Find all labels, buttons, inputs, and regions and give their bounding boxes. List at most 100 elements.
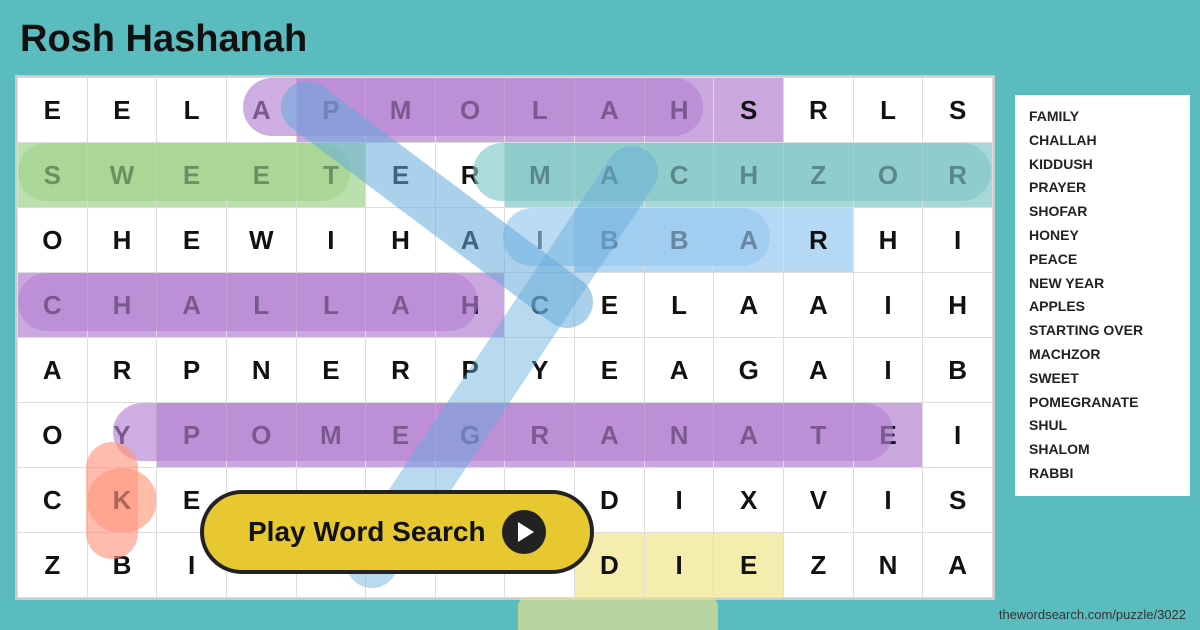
grid-cell: E	[87, 78, 157, 143]
grid-cell: P	[157, 403, 227, 468]
grid-cell: H	[714, 143, 784, 208]
word-list-item: MACHZOR	[1029, 343, 1176, 367]
play-button-container: Play Word Search	[200, 490, 594, 574]
grid-cell: E	[853, 403, 923, 468]
grid-cell: K	[87, 468, 157, 533]
grid-cell: M	[505, 143, 575, 208]
word-list-item: SHALOM	[1029, 438, 1176, 462]
grid-cell: O	[435, 78, 505, 143]
grid-cell: E	[714, 533, 784, 598]
grid-cell: S	[923, 468, 993, 533]
grid-cell: L	[644, 273, 714, 338]
grid-cell: A	[784, 338, 854, 403]
grid-cell: B	[923, 338, 993, 403]
grid-cell: E	[296, 338, 366, 403]
grid-cell: Y	[505, 338, 575, 403]
word-list-item: SWEET	[1029, 367, 1176, 391]
word-list-item: FAMILY	[1029, 105, 1176, 129]
grid-cell: N	[853, 533, 923, 598]
grid-cell: H	[87, 273, 157, 338]
grid-cell: X	[714, 468, 784, 533]
word-list-item: CHALLAH	[1029, 129, 1176, 153]
grid-cell: E	[366, 143, 436, 208]
grid-cell: E	[226, 143, 296, 208]
grid-cell: R	[784, 208, 854, 273]
grid-cell: A	[575, 78, 645, 143]
grid-cell: B	[87, 533, 157, 598]
grid-cell: I	[296, 208, 366, 273]
grid-cell: B	[644, 208, 714, 273]
grid-cell: R	[435, 143, 505, 208]
grid-cell: Z	[784, 143, 854, 208]
grid-cell: R	[505, 403, 575, 468]
grid-cell: N	[226, 338, 296, 403]
grid-cell: M	[296, 403, 366, 468]
word-list-item: STARTING OVER	[1029, 319, 1176, 343]
grid-cell: R	[87, 338, 157, 403]
grid-cell: H	[853, 208, 923, 273]
grid-cell: G	[435, 403, 505, 468]
grid-cell: R	[366, 338, 436, 403]
grid-cell: I	[505, 208, 575, 273]
word-list-item: SHOFAR	[1029, 200, 1176, 224]
grid-cell: S	[18, 143, 88, 208]
grid-cell: A	[226, 78, 296, 143]
grid-cell: L	[296, 273, 366, 338]
grid-cell: Y	[87, 403, 157, 468]
word-list-item: PRAYER	[1029, 176, 1176, 200]
grid-cell: H	[435, 273, 505, 338]
grid-cell: A	[784, 273, 854, 338]
page-title: Rosh Hashanah	[20, 18, 307, 61]
grid-cell: A	[644, 338, 714, 403]
grid-cell: L	[226, 273, 296, 338]
word-list-item: RABBI	[1029, 462, 1176, 486]
grid-cell: A	[714, 403, 784, 468]
grid-cell: O	[18, 403, 88, 468]
grid-cell: A	[18, 338, 88, 403]
grid-cell: T	[296, 143, 366, 208]
grid-cell: A	[435, 208, 505, 273]
word-list-item: POMEGRANATE	[1029, 391, 1176, 415]
word-list-item: SHUL	[1029, 414, 1176, 438]
grid-cell: T	[784, 403, 854, 468]
grid-cell: G	[714, 338, 784, 403]
grid-cell: I	[923, 403, 993, 468]
grid-cell: P	[157, 338, 227, 403]
grid-cell: E	[157, 208, 227, 273]
grid-cell: A	[714, 208, 784, 273]
grid-cell: E	[366, 403, 436, 468]
grid-cell: A	[366, 273, 436, 338]
grid-cell: R	[923, 143, 993, 208]
grid-cell: H	[366, 208, 436, 273]
grid-cell: L	[157, 78, 227, 143]
grid-cell: A	[157, 273, 227, 338]
grid-cell: M	[366, 78, 436, 143]
grid-cell: H	[923, 273, 993, 338]
grid-cell: P	[435, 338, 505, 403]
play-button-label: Play Word Search	[248, 516, 486, 548]
grid-cell: E	[575, 273, 645, 338]
grid-cell: Z	[18, 533, 88, 598]
grid-cell: H	[644, 78, 714, 143]
word-list-item: PEACE	[1029, 248, 1176, 272]
word-list-item: KIDDUSH	[1029, 153, 1176, 177]
grid-cell: L	[505, 78, 575, 143]
grid-cell: A	[714, 273, 784, 338]
grid-cell: O	[226, 403, 296, 468]
grid-cell: I	[644, 468, 714, 533]
grid-cell: I	[853, 468, 923, 533]
grid-cell: C	[505, 273, 575, 338]
grid-cell: O	[853, 143, 923, 208]
grid-cell: V	[784, 468, 854, 533]
grid-cell: A	[923, 533, 993, 598]
grid-cell: C	[18, 273, 88, 338]
grid-cell: W	[87, 143, 157, 208]
play-word-search-button[interactable]: Play Word Search	[200, 490, 594, 574]
word-list: FAMILYCHALLAHKIDDUSHPRAYERSHOFARHONEYPEA…	[1015, 95, 1190, 496]
grid-cell: L	[853, 78, 923, 143]
grid-cell: S	[923, 78, 993, 143]
grid-cell: E	[18, 78, 88, 143]
grid-cell: I	[853, 338, 923, 403]
grid-cell: C	[644, 143, 714, 208]
grid-cell: N	[644, 403, 714, 468]
